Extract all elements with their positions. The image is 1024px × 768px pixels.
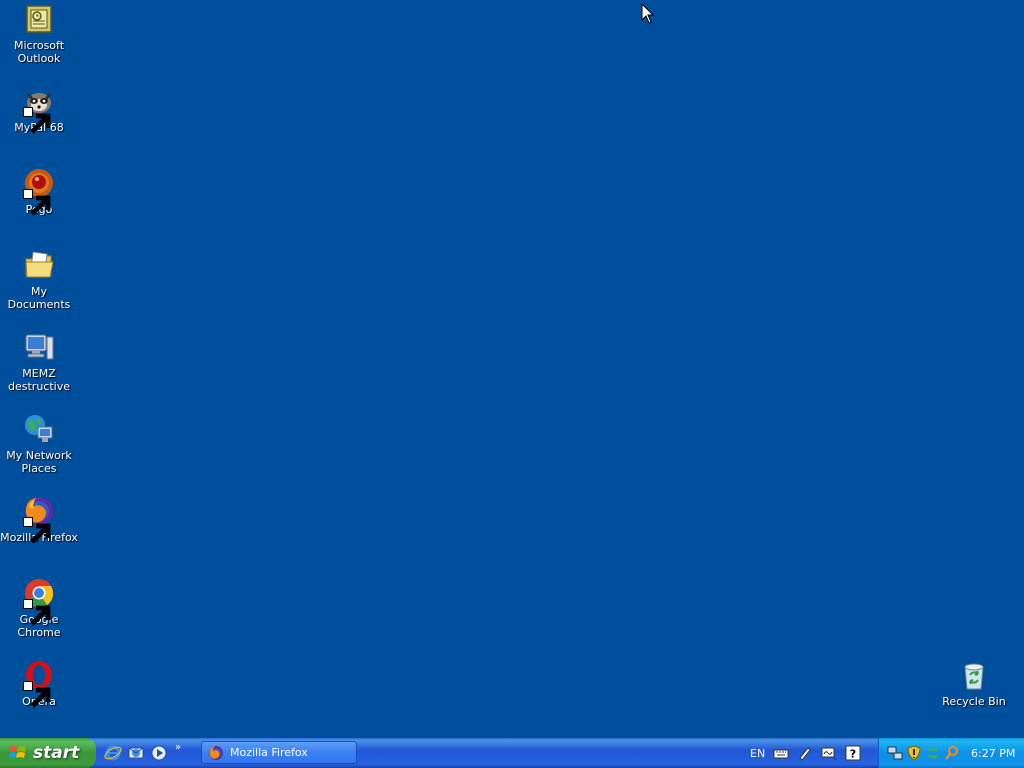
handwriting-icon[interactable] [821, 745, 837, 761]
desktop-icon-label: Microsoft Outlook [13, 39, 65, 65]
internet-explorer-icon[interactable] [104, 744, 122, 762]
recycle-tray-icon[interactable] [925, 745, 941, 761]
start-button[interactable]: start [0, 738, 96, 768]
desktop-icon-memz-destructive[interactable]: MEMZ destructive [0, 331, 78, 393]
taskbar-button-label: Mozilla Firefox [230, 746, 308, 759]
desktop-icon-google-chrome[interactable]: Google Chrome [0, 577, 78, 639]
desktop-icon-recycle-bin[interactable]: Recycle Bin [935, 659, 1013, 708]
firefox-icon [209, 745, 223, 760]
mouse-cursor-icon [641, 3, 655, 24]
taskbar: start » Mozilla Firefox EN ? 6:27 PM [0, 738, 1024, 768]
pego-icon [23, 167, 55, 216]
desktop[interactable]: Microsoft Outlook MyPal 68 Pego My Docum… [0, 0, 1024, 738]
svg-text:?: ? [850, 748, 856, 761]
computer-icon [23, 331, 55, 363]
desktop-icon-opera[interactable]: Opera [0, 659, 78, 708]
desktop-icon-label: MEMZ destructive [8, 367, 70, 393]
clock[interactable]: 6:27 PM [971, 747, 1015, 760]
pen-icon[interactable] [797, 745, 813, 761]
desktop-icon-microsoft-outlook[interactable]: Microsoft Outlook [0, 3, 78, 65]
shortcut-arrow-icon [23, 107, 51, 134]
security-shield-icon[interactable] [906, 745, 922, 761]
desktop-icon-mypal-68[interactable]: MyPal 68 [0, 85, 78, 134]
quick-launch-overflow-button[interactable]: » [175, 742, 181, 753]
opera-icon [23, 659, 55, 708]
outlook-express-icon[interactable] [127, 744, 145, 762]
desktop-icon-label: My Network Places [6, 449, 72, 475]
desktop-icon-pego[interactable]: Pego [0, 167, 78, 216]
shortcut-arrow-icon [23, 599, 51, 626]
desktop-icon-my-network-places[interactable]: My Network Places [0, 413, 78, 475]
desktop-icon-label: My Documents [7, 285, 71, 311]
recycle-bin-icon [958, 659, 990, 691]
shortcut-arrow-icon [23, 517, 51, 544]
desktop-icon-label: Recycle Bin [942, 695, 1006, 708]
network-icon[interactable] [887, 745, 903, 761]
language-bar: EN ? [750, 738, 861, 768]
taskbar-button-mozilla-firefox[interactable]: Mozilla Firefox [201, 741, 357, 764]
windows-logo-icon [9, 746, 26, 758]
shortcut-arrow-icon [23, 681, 51, 708]
desktop-icon-my-documents[interactable]: My Documents [0, 249, 78, 311]
language-indicator[interactable]: EN [750, 747, 765, 760]
firefox-icon [23, 495, 55, 544]
chrome-icon [23, 577, 55, 626]
media-player-icon[interactable] [150, 744, 168, 762]
help-icon[interactable]: ? [845, 745, 861, 761]
mypal-icon [23, 85, 55, 134]
keyboard-icon[interactable] [773, 745, 789, 761]
start-label: start [33, 743, 80, 763]
search-tray-icon[interactable] [944, 745, 960, 761]
system-tray: 6:27 PM [878, 738, 1024, 768]
network-places-icon [23, 413, 55, 445]
shortcut-arrow-icon [23, 189, 51, 216]
outlook-icon [23, 3, 55, 35]
folder-documents-icon [23, 249, 55, 281]
quick-launch-bar: » [104, 738, 181, 768]
desktop-icon-mozilla-firefox[interactable]: Mozilla Firefox [0, 495, 78, 544]
